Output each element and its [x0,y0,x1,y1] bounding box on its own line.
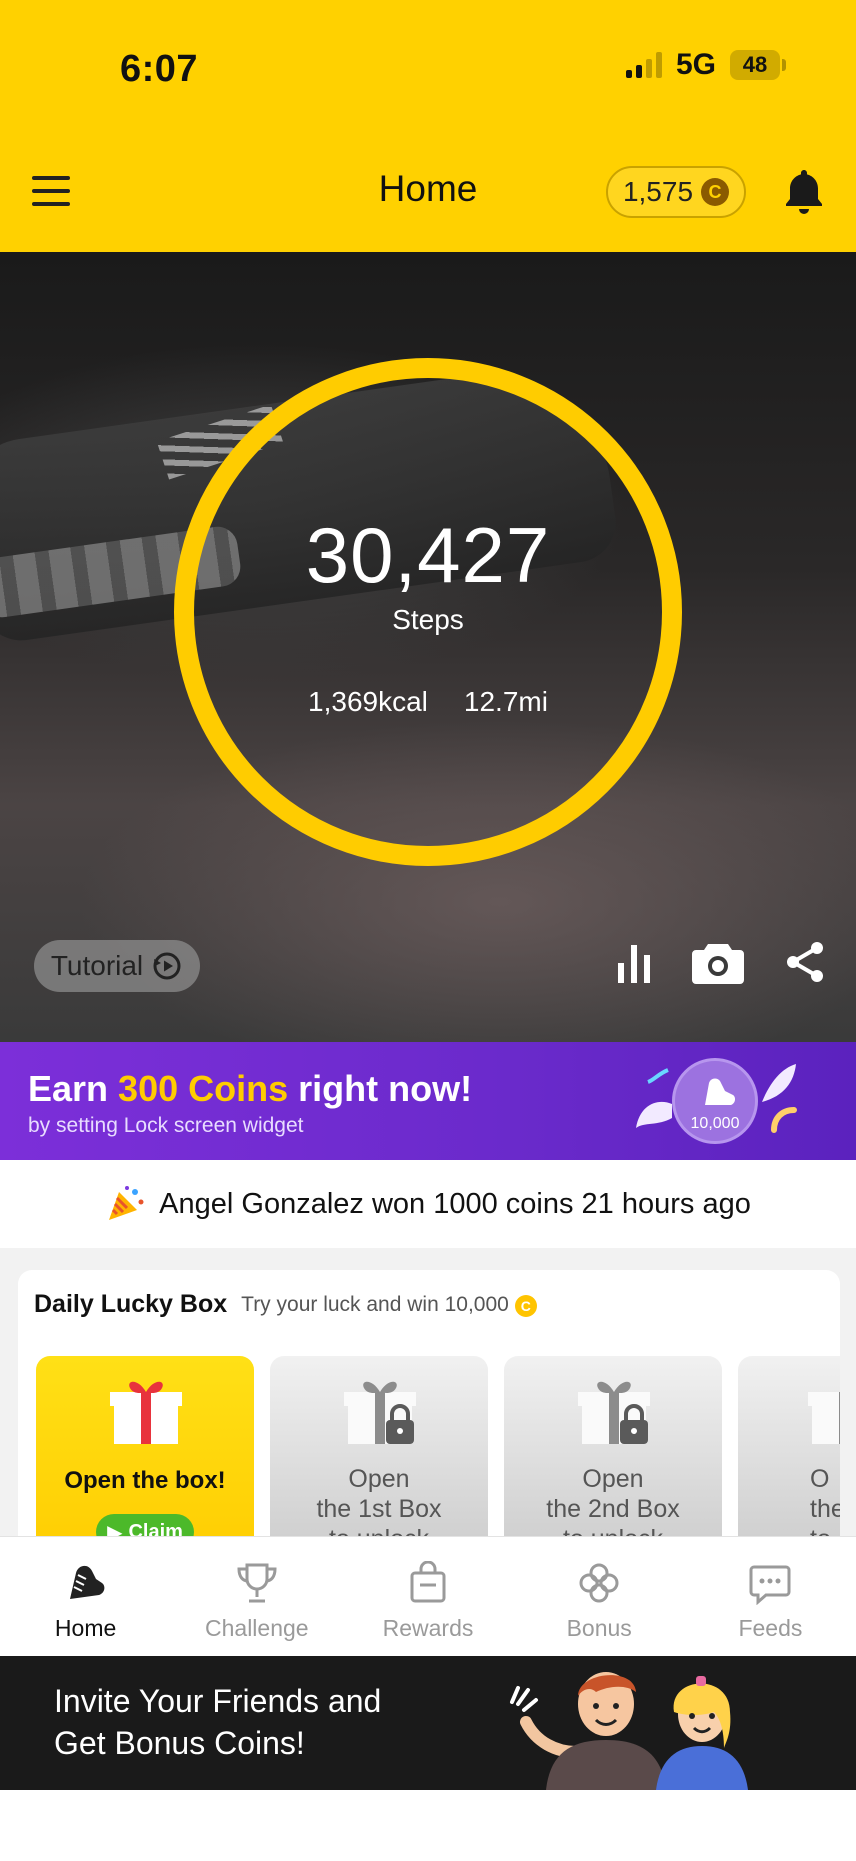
lucky-box-locked-1[interactable]: Open the 1st Box to unlock [270,1356,488,1556]
bar-chart-icon[interactable] [616,941,652,983]
calories-value: 1,369kcal [308,686,428,717]
confetti-arc-icon [771,1107,797,1133]
winged-shoe-icon [705,1078,736,1105]
status-indicators: 5G 48 [625,48,786,82]
battery-icon: 48 [730,50,780,80]
promo-highlight: 300 Coins [118,1068,289,1109]
open-box-label: Open the box! [64,1467,226,1494]
promo-title-prefix: Earn [28,1068,119,1109]
locked-gift-icon [808,1392,840,1444]
shopping-bag-icon [410,1561,446,1603]
locked-box-line: the 2nd Box [546,1495,680,1523]
tab-rewards[interactable]: Rewards [342,1537,513,1656]
invite-friends-banner[interactable]: Invite Your Friends and Get Bonus Coins! [0,1656,856,1790]
coin-icon: C [701,178,730,206]
shoe-icon [69,1565,104,1599]
bottom-tab-bar: Home Challenge Rewards Bonus Feeds [0,1536,856,1656]
distance-value: 12.7mi [463,686,548,717]
lucky-box-subtitle-text: Try your luck and win 10,000 [241,1292,509,1316]
invite-line: Get Bonus Coins! [54,1725,305,1761]
lock-screen-widget-promo[interactable]: Earn 300 Coins right now! by setting Loc… [0,1042,856,1160]
replay-icon [153,952,181,980]
locked-box-line: Open [582,1465,644,1493]
tab-label: Home [54,1615,117,1641]
tutorial-button[interactable]: Tutorial [34,940,200,992]
promo-title-suffix: right now! [288,1068,473,1109]
battery-nub [782,59,786,71]
coin-icon: C [514,1294,537,1317]
lucky-box-locked-2[interactable]: Open the 2nd Box to unlock [504,1356,722,1556]
coin-balance-button[interactable]: 1,575 C [606,166,746,218]
lucky-box-locked-3[interactable]: O the to [738,1356,840,1556]
gift-icon [110,1381,182,1444]
locked-box-line: the [810,1495,840,1523]
network-type: 5G [675,48,716,81]
battery-level: 48 [742,52,768,77]
locked-box-line: the 1st Box [316,1495,442,1523]
tab-bonus[interactable]: Bonus [514,1537,685,1656]
bell-icon[interactable] [782,168,826,216]
party-popper-icon [109,1186,144,1220]
promo-subtitle: by setting Lock screen widget [28,1114,304,1137]
activity-metrics: 1,369kcal 12.7mi [0,686,856,718]
share-icon[interactable] [784,940,826,984]
tab-home[interactable]: Home [0,1537,171,1656]
clover-icon [579,1563,619,1603]
promo-title: Earn 300 Coins right now! [28,1068,472,1110]
hero-toolbar [616,940,826,984]
lucky-box-carousel[interactable]: Open the box! ▶ Claim Open the 1st Box O… [36,1356,840,1556]
locked-box-line: Open [348,1465,410,1493]
tab-label: Bonus [566,1615,632,1641]
lucky-box-section: Daily Lucky Box Try your luck and win 10… [0,1248,856,1570]
invite-text: Invite Your Friends and Get Bonus Coins! [54,1680,454,1764]
wing-left-icon [636,1101,672,1128]
lucky-box-title: Daily Lucky Box [34,1290,228,1318]
winner-text: Angel Gonzalez won 1000 coins 21 hours a… [159,1187,751,1220]
tab-label: Feeds [738,1615,803,1641]
tutorial-label: Tutorial [50,950,144,981]
locked-gift-icon [578,1381,650,1444]
lucky-box-open[interactable]: Open the box! ▶ Claim [36,1356,254,1556]
tab-feeds[interactable]: Feeds [685,1537,856,1656]
step-count: 30,427 [305,511,551,599]
medal-label: 10,000 [690,1115,740,1132]
wing-right-icon [762,1064,796,1102]
lucky-box-header: Daily Lucky Box Try your luck and win 10… [34,1290,537,1319]
locked-gift-icon [344,1381,416,1444]
tab-label: Rewards [382,1615,474,1641]
tab-label: Challenge [205,1615,309,1641]
trophy-icon [237,1563,277,1603]
chat-bubble-icon [749,1565,791,1605]
status-time: 6:07 [120,48,199,90]
steps-medal-badge: 10,000 [672,1058,758,1144]
step-counter-hero: 30,427 Steps 1,369kcal 12.7mi Tutorial [0,252,856,1042]
lucky-box-subtitle: Try your luck and win 10,000 C [241,1293,537,1317]
locked-box-line: O [810,1465,830,1493]
app-header: 6:07 5G 48 Home 1,575 C [0,0,856,252]
tab-challenge[interactable]: Challenge [171,1537,342,1656]
invite-line: Invite Your Friends and [54,1683,382,1719]
coin-balance: 1,575 [622,176,694,207]
cellular-signal-icon [625,52,662,78]
confetti-icon [647,1068,669,1084]
winner-ticker: Angel Gonzalez won 1000 coins 21 hours a… [0,1160,856,1248]
steps-label: Steps [392,604,464,635]
lucky-box-card: Daily Lucky Box Try your luck and win 10… [18,1270,840,1570]
friends-illustration-icon [510,1672,748,1790]
camera-icon[interactable] [692,940,744,984]
